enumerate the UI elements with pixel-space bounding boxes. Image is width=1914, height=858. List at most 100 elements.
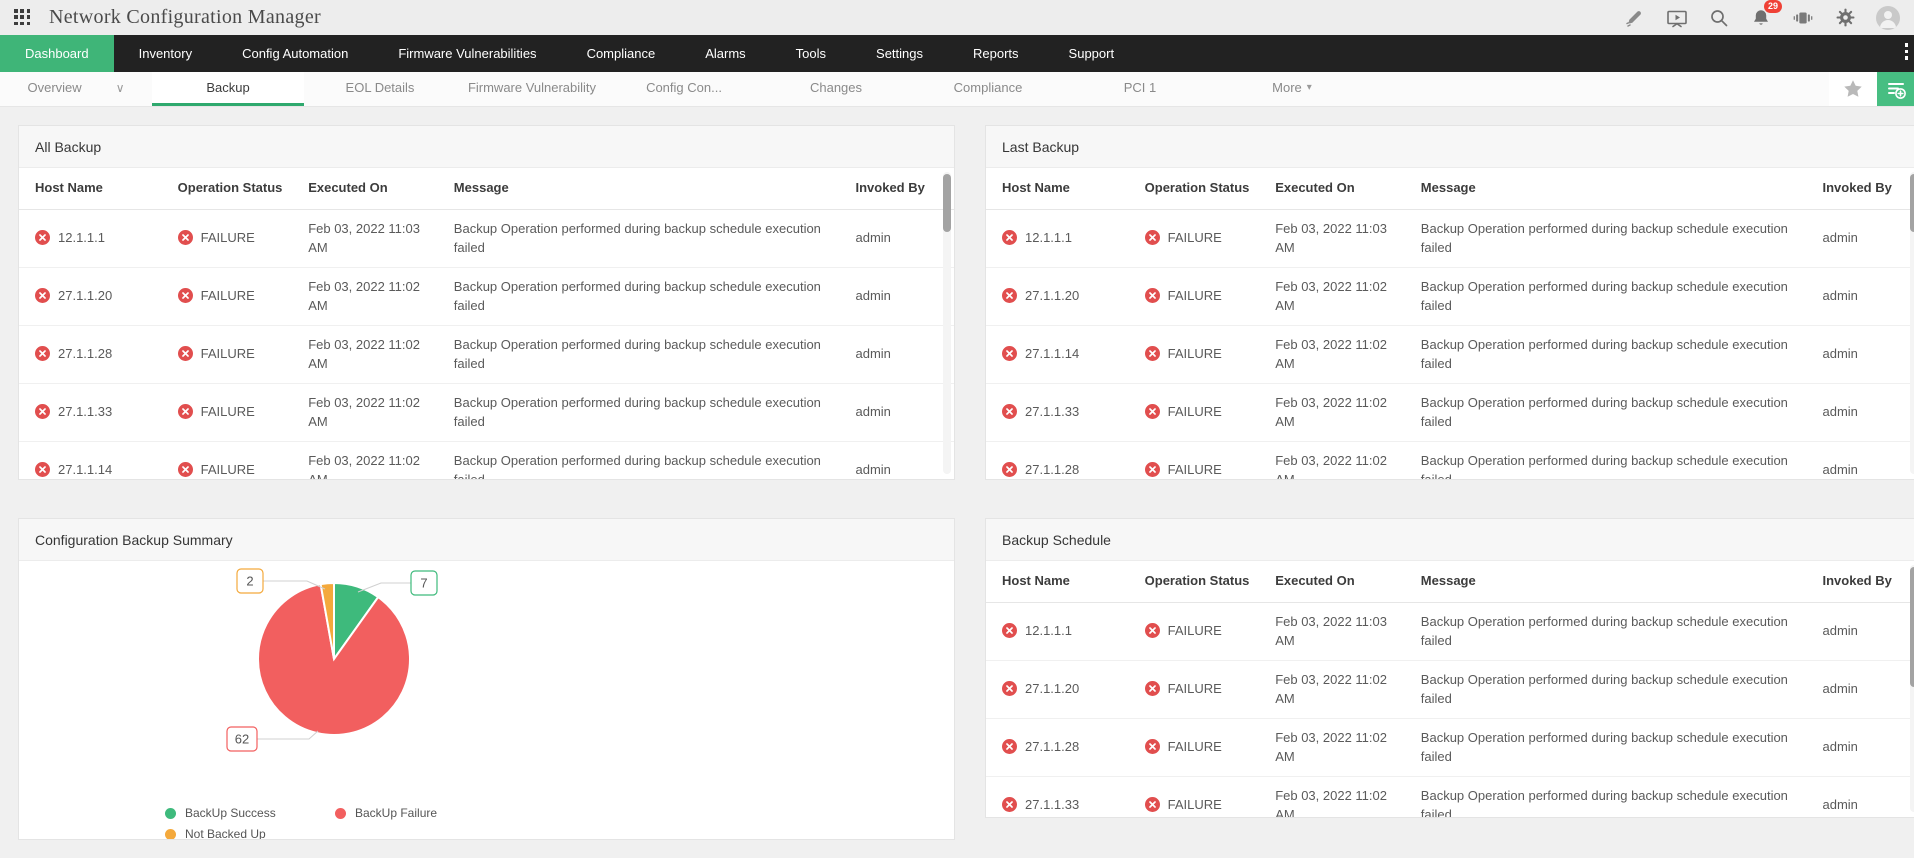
table-row[interactable]: 27.1.1.33FAILUREFeb 03, 2022 11:02 AMBac…	[986, 383, 1914, 441]
status-cell: FAILURE	[1137, 267, 1268, 325]
app-launcher-icon[interactable]	[14, 9, 31, 26]
nav-tab-tools[interactable]: Tools	[771, 35, 851, 72]
status-cell: FAILURE	[1137, 441, 1268, 480]
host-cell: 27.1.1.14	[19, 441, 170, 480]
invoked-cell-text: admin	[856, 346, 891, 361]
subnav-tab-pci-1[interactable]: PCI 1	[1064, 72, 1216, 106]
scrollbar[interactable]	[943, 172, 951, 474]
subnav-tab-label: EOL Details	[346, 80, 415, 95]
panel-title-text: Configuration Backup Summary	[35, 532, 233, 548]
table-row[interactable]: 27.1.1.14FAILUREFeb 03, 2022 11:02 AMBac…	[986, 325, 1914, 383]
dashboard-content: All Backup Host NameOperation StatusExec…	[0, 107, 1914, 858]
table-row[interactable]: 27.1.1.14FAILUREFeb 03, 2022 11:02 AMBac…	[19, 441, 954, 480]
executed-cell-text: Feb 03, 2022 11:02 AM	[308, 279, 420, 314]
nav-tab-support[interactable]: Support	[1044, 35, 1140, 72]
executed-cell: Feb 03, 2022 11:02 AM	[300, 267, 446, 325]
settings-gear-icon[interactable]	[1834, 7, 1856, 29]
message-cell: Backup Operation performed during backup…	[1413, 602, 1815, 660]
host-cell-text: 27.1.1.14	[58, 462, 112, 477]
invoked-cell: admin	[1815, 267, 1914, 325]
nav-tab-settings[interactable]: Settings	[851, 35, 948, 72]
scrollbar[interactable]	[1910, 172, 1914, 474]
status-cell: FAILURE	[1137, 718, 1268, 776]
table-row[interactable]: 27.1.1.33FAILUREFeb 03, 2022 11:02 AMBac…	[986, 776, 1914, 818]
panel-title-last-backup: Last Backup	[986, 126, 1914, 168]
subnav-tab-eol-details[interactable]: EOL Details	[304, 72, 456, 106]
invoked-cell: admin	[848, 267, 955, 325]
message-cell-text: Backup Operation performed during backup…	[1421, 672, 1788, 707]
nav-tab-config-automation[interactable]: Config Automation	[217, 35, 373, 72]
demo-video-icon[interactable]	[1666, 7, 1688, 29]
table-row[interactable]: 12.1.1.1FAILUREFeb 03, 2022 11:03 AMBack…	[19, 209, 954, 267]
invoked-cell: admin	[1815, 602, 1914, 660]
subnav-tab-more[interactable]: More▾	[1216, 72, 1368, 106]
failure-icon	[1002, 230, 1017, 245]
invoked-cell-text: admin	[1823, 739, 1858, 754]
table-row[interactable]: 27.1.1.28FAILUREFeb 03, 2022 11:02 AMBac…	[986, 441, 1914, 480]
message-cell-text: Backup Operation performed during backup…	[1421, 614, 1788, 649]
failure-icon	[1002, 623, 1017, 638]
search-icon[interactable]	[1708, 7, 1730, 29]
invoked-cell: admin	[1815, 383, 1914, 441]
favorite-star-icon[interactable]	[1829, 72, 1877, 106]
failure-icon	[1145, 230, 1160, 245]
notifications-bell-icon[interactable]: 29	[1750, 7, 1772, 29]
message-cell: Backup Operation performed during backup…	[446, 209, 848, 267]
table-row[interactable]: 27.1.1.20FAILUREFeb 03, 2022 11:02 AMBac…	[19, 267, 954, 325]
message-cell-text: Backup Operation performed during backup…	[1421, 788, 1788, 818]
table-row[interactable]: 27.1.1.20FAILUREFeb 03, 2022 11:02 AMBac…	[986, 660, 1914, 718]
data-label-connector	[257, 731, 318, 739]
message-cell-text: Backup Operation performed during backup…	[454, 279, 821, 314]
nav-tab-reports[interactable]: Reports	[948, 35, 1044, 72]
subnav-tab-firmware-vulnerability[interactable]: Firmware Vulnerability	[456, 72, 608, 106]
subnav-tab-overview[interactable]: Overview∨	[0, 72, 152, 106]
executed-cell: Feb 03, 2022 11:02 AM	[1267, 718, 1413, 776]
subnav-tab-compliance[interactable]: Compliance	[912, 72, 1064, 106]
message-cell: Backup Operation performed during backup…	[1413, 383, 1815, 441]
header-icon-group: 29	[1624, 6, 1900, 30]
table-header-row: Host NameOperation StatusExecuted OnMess…	[986, 561, 1914, 602]
legend-item-not-backed-up[interactable]: Not Backed Up	[165, 827, 335, 840]
nav-tab-compliance[interactable]: Compliance	[562, 35, 681, 72]
host-cell: 27.1.1.28	[986, 441, 1137, 480]
subnav-tab-backup[interactable]: Backup	[152, 72, 304, 106]
legend-item-backup-failure[interactable]: BackUp Failure	[335, 806, 954, 820]
rocket-icon[interactable]	[1624, 7, 1646, 29]
nav-tab-dashboard[interactable]: Dashboard	[0, 35, 114, 72]
table-row[interactable]: 27.1.1.28FAILUREFeb 03, 2022 11:02 AMBac…	[986, 718, 1914, 776]
nav-tab-inventory[interactable]: Inventory	[114, 35, 217, 72]
scrollbar-thumb[interactable]	[1910, 567, 1914, 687]
message-cell: Backup Operation performed during backup…	[1413, 776, 1815, 818]
executed-cell: Feb 03, 2022 11:02 AM	[300, 325, 446, 383]
message-cell: Backup Operation performed during backup…	[1413, 325, 1815, 383]
devices-icon[interactable]	[1792, 7, 1814, 29]
column-header-host-name: Host Name	[986, 561, 1137, 602]
subnav-tab-config-con[interactable]: Config Con...	[608, 72, 760, 106]
message-cell-text: Backup Operation performed during backup…	[1421, 221, 1788, 256]
status-cell: FAILURE	[170, 267, 301, 325]
status-cell-text: FAILURE	[201, 404, 255, 419]
overflow-menu-icon[interactable]	[1905, 43, 1909, 60]
nav-tab-alarms[interactable]: Alarms	[680, 35, 770, 72]
invoked-cell: admin	[1815, 325, 1914, 383]
add-dashboard-button[interactable]	[1877, 72, 1914, 106]
subnav-tab-changes[interactable]: Changes	[760, 72, 912, 106]
message-cell: Backup Operation performed during backup…	[446, 383, 848, 441]
all-backup-table: Host NameOperation StatusExecuted OnMess…	[19, 168, 954, 480]
table-row[interactable]: 27.1.1.33FAILUREFeb 03, 2022 11:02 AMBac…	[19, 383, 954, 441]
invoked-cell-text: admin	[1823, 230, 1858, 245]
table-row[interactable]: 27.1.1.28FAILUREFeb 03, 2022 11:02 AMBac…	[19, 325, 954, 383]
legend-item-backup-success[interactable]: BackUp Success	[165, 806, 335, 820]
scrollbar-thumb[interactable]	[943, 174, 951, 232]
subnav-tab-label: Config Con...	[646, 80, 722, 95]
scrollbar-thumb[interactable]	[1910, 174, 1914, 232]
table-row[interactable]: 12.1.1.1FAILUREFeb 03, 2022 11:03 AMBack…	[986, 209, 1914, 267]
user-avatar[interactable]	[1876, 6, 1900, 30]
invoked-cell-text: admin	[1823, 288, 1858, 303]
executed-cell: Feb 03, 2022 11:02 AM	[300, 441, 446, 480]
table-row[interactable]: 27.1.1.20FAILUREFeb 03, 2022 11:02 AMBac…	[986, 267, 1914, 325]
table-row[interactable]: 12.1.1.1FAILUREFeb 03, 2022 11:03 AMBack…	[986, 602, 1914, 660]
nav-tab-firmware-vulnerabilities[interactable]: Firmware Vulnerabilities	[373, 35, 561, 72]
scrollbar[interactable]	[1910, 565, 1914, 812]
invoked-cell-text: admin	[1823, 404, 1858, 419]
